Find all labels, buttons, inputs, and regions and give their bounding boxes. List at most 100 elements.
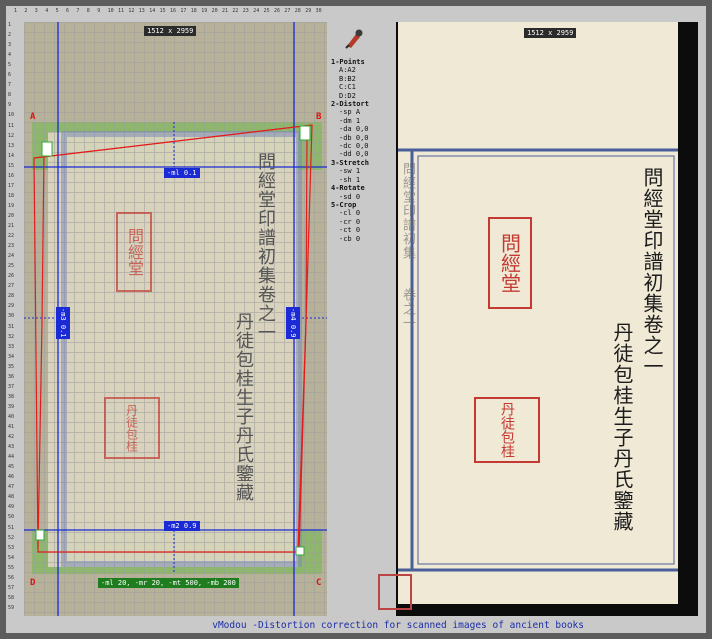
ruler-left-tick: 45 xyxy=(8,464,15,471)
param-group-header: 3-Stretch xyxy=(331,158,369,167)
ruler-left-tick: 4 xyxy=(8,52,12,59)
ruler-left-tick: 7 xyxy=(8,82,12,89)
ruler-top-tick: 12 xyxy=(128,8,135,14)
ruler-top-tick: 11 xyxy=(118,8,125,14)
app-seal-icon xyxy=(378,574,412,610)
ruler-top-tick: 26 xyxy=(274,8,281,14)
ruler-top-tick: 18 xyxy=(190,8,197,14)
scan-seal-2: 丹徒包桂 xyxy=(104,397,160,459)
ruler-top-tick: 1 xyxy=(14,8,18,14)
param-item[interactable]: -dd 0,0 xyxy=(331,150,391,158)
ruler-left-tick: 56 xyxy=(8,574,15,581)
param-item[interactable]: -dm 1 xyxy=(331,117,391,125)
ruler-left-tick: 32 xyxy=(8,333,15,340)
ruler-top-tick: 6 xyxy=(66,8,70,14)
ruler-top-tick: 17 xyxy=(180,8,187,14)
ruler-top-tick: 28 xyxy=(294,8,301,14)
ruler-top-tick: 4 xyxy=(45,8,49,14)
ruler-left-tick: 48 xyxy=(8,494,15,501)
ruler-left-tick: 25 xyxy=(8,263,15,270)
ruler-top-tick: 3 xyxy=(34,8,38,14)
ruler-left-tick: 40 xyxy=(8,413,15,420)
ruler-top-tick: 23 xyxy=(242,8,249,14)
book-title: 問經堂印譜初集卷之一 xyxy=(640,167,664,377)
ruler-left-tick: 18 xyxy=(8,192,15,199)
param-item[interactable]: -da 0,0 xyxy=(331,125,391,133)
ruler-left-tick: 8 xyxy=(8,92,12,99)
ruler-left-tick: 30 xyxy=(8,313,15,320)
param-item[interactable]: -sd 0 xyxy=(331,193,391,201)
ruler-top-tick: 13 xyxy=(138,8,145,14)
ruler-left-tick: 9 xyxy=(8,102,12,109)
top-ruler: 1 2 3 4 5 6 7 8 9 10 11 12 13 14 15 16 17 18 19 20 21 22 23 24 2… xyxy=(14,8,330,16)
corner-a[interactable]: A xyxy=(30,112,35,122)
ruler-top-tick: 2 xyxy=(24,8,28,14)
param-item[interactable]: -cb 0 xyxy=(331,235,391,243)
distortion-canvas[interactable]: 問經堂印譜初集卷之一 丹徒包桂生子丹氏鑒藏 問經堂 丹徒包桂 1512 x 29… xyxy=(24,22,327,616)
margin-m2-label: -m2 0.9 xyxy=(164,521,200,531)
ruler-left-tick: 35 xyxy=(8,363,15,370)
ruler-top-tick: 9 xyxy=(97,8,101,14)
ruler-top-tick: 20 xyxy=(211,8,218,14)
ruler-left-tick: 16 xyxy=(8,172,15,179)
prev-page-text-2: 卷之一 xyxy=(400,288,415,330)
ruler-left-tick: 5 xyxy=(8,62,12,69)
ruler-top-tick: 24 xyxy=(253,8,260,14)
ruler-left-tick: 46 xyxy=(8,474,15,481)
ruler-left-tick: 42 xyxy=(8,434,15,441)
param-item[interactable]: A:A2 xyxy=(331,66,391,74)
param-item[interactable]: D:D2 xyxy=(331,92,391,100)
margin-right-label: -m4 0.9 xyxy=(286,307,300,339)
ruler-left-tick: 11 xyxy=(8,122,15,129)
image-dimensions: 1512 x 2959 xyxy=(144,26,197,36)
corner-c[interactable]: C xyxy=(316,578,321,588)
ruler-left-tick: 57 xyxy=(8,584,15,591)
ruler-left-tick: 31 xyxy=(8,323,15,330)
param-item[interactable]: -sw 1 xyxy=(331,167,391,175)
param-item[interactable]: -sh 1 xyxy=(331,176,391,184)
ruler-top-tick: 14 xyxy=(149,8,156,14)
ruler-top-tick: 22 xyxy=(232,8,239,14)
scan-owner-text: 丹徒包桂生子丹氏鑒藏 xyxy=(233,312,254,502)
param-item[interactable]: C:C1 xyxy=(331,83,391,91)
param-group-header: 2-Distort xyxy=(331,100,369,109)
param-item[interactable]: -cr 0 xyxy=(331,218,391,226)
ruler-left-tick: 49 xyxy=(8,504,15,511)
ruler-left-tick: 47 xyxy=(8,484,15,491)
ruler-left-tick: 36 xyxy=(8,373,15,380)
ruler-left-tick: 26 xyxy=(8,273,15,280)
ruler-left-tick: 12 xyxy=(8,132,15,139)
ruler-left-tick: 50 xyxy=(8,514,15,521)
ruler-top-tick: 7 xyxy=(76,8,80,14)
param-item[interactable]: -db 0,0 xyxy=(331,134,391,142)
ruler-top-tick: 19 xyxy=(201,8,208,14)
param-item[interactable]: -ct 0 xyxy=(331,226,391,234)
ruler-left-tick: 55 xyxy=(8,564,15,571)
ruler-top-tick: 8 xyxy=(86,8,90,14)
ruler-left-tick: 53 xyxy=(8,544,15,551)
ruler-top-tick: 10 xyxy=(107,8,114,14)
param-group-header: 1-Points xyxy=(331,58,365,66)
ruler-top-tick: 16 xyxy=(170,8,177,14)
ruler-left-tick: 10 xyxy=(8,112,15,119)
param-item[interactable]: -sp A xyxy=(331,108,391,116)
param-item[interactable]: B:B2 xyxy=(331,75,391,83)
parameter-panel: 1-Points A:A2 B:B2 C:C1 D:D2 2-Distort -sp A -d… xyxy=(331,58,391,243)
ruler-left-tick: 6 xyxy=(8,72,12,79)
corner-d[interactable]: D xyxy=(30,578,35,588)
param-item[interactable]: -dc 0,0 xyxy=(331,142,391,150)
ruler-left-tick: 28 xyxy=(8,293,15,300)
corrected-page: 問經堂印譜初集 卷之一 問經堂印譜初集卷之一 丹徒包桂生子丹氏鑒藏 問經堂 丹徒… xyxy=(398,22,678,604)
ruler-left-tick: 33 xyxy=(8,343,15,350)
param-group-header: 4-Rotate xyxy=(331,184,365,193)
scan-seal-1: 問經堂 xyxy=(116,212,152,292)
ruler-top-tick: 15 xyxy=(159,8,166,14)
prev-page-text: 問經堂印譜初集 xyxy=(400,162,415,260)
ruler-top-tick: 30 xyxy=(315,8,322,14)
param-item[interactable]: -cl 0 xyxy=(331,209,391,217)
ruler-top-tick: 25 xyxy=(263,8,270,14)
owner-inscription: 丹徒包桂生子丹氏鑒藏 xyxy=(610,322,634,532)
corner-b[interactable]: B xyxy=(316,112,321,122)
result-preview: 問經堂印譜初集 卷之一 問經堂印譜初集卷之一 丹徒包桂生子丹氏鑒藏 問經堂 丹徒… xyxy=(378,22,698,616)
ruler-left-tick: 23 xyxy=(8,243,15,250)
